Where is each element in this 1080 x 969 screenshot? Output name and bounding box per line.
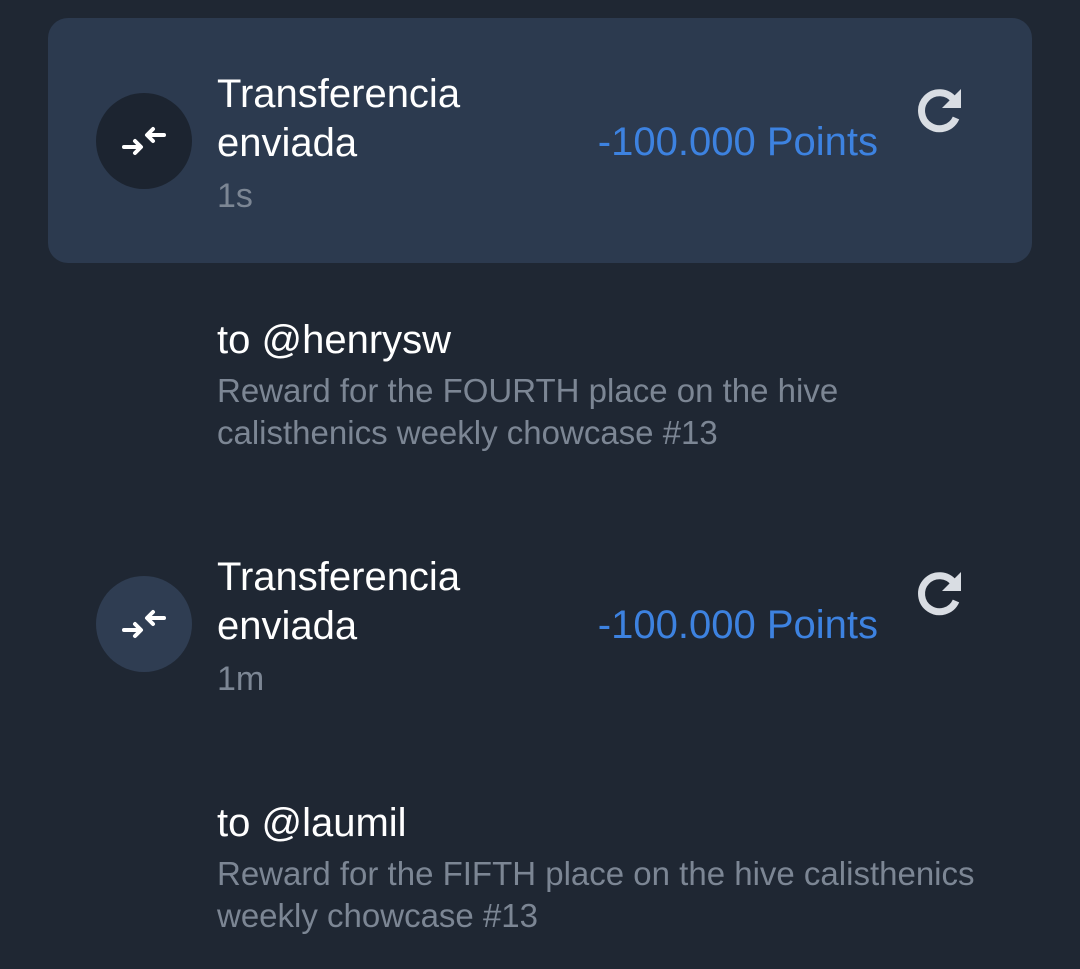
repeat-icon[interactable] (914, 84, 966, 136)
transaction-memo: Reward for the FOURTH place on the hive … (217, 372, 839, 451)
transaction-recipient: to @laumil (217, 801, 407, 845)
transaction-recipient: to @henrysw (217, 318, 452, 362)
swap-arrows-icon (96, 93, 192, 189)
transaction-amount: -100.000 Points (597, 120, 878, 164)
repeat-icon[interactable] (914, 567, 966, 619)
transaction-item[interactable]: Transferencia enviada 1m -100.000 Points (48, 501, 1032, 746)
transaction-title: Transferencia enviada (217, 72, 461, 165)
transaction-detail: to @laumil Reward for the FIFTH place on… (217, 799, 977, 937)
transaction-item[interactable]: Transferencia enviada 1s -100.000 Points (48, 18, 1032, 263)
transaction-memo: Reward for the FIFTH place on the hive c… (217, 855, 975, 934)
transaction-detail: to @henrysw Reward for the FOURTH place … (217, 316, 977, 454)
transaction-list: Transferencia enviada 1s -100.000 Points… (0, 0, 1080, 969)
transaction-amount: -100.000 Points (597, 603, 878, 647)
swap-arrows-icon (96, 576, 192, 672)
transaction-title: Transferencia enviada (217, 555, 461, 648)
transaction-time: 1m (217, 660, 265, 698)
transaction-time: 1s (217, 177, 253, 215)
